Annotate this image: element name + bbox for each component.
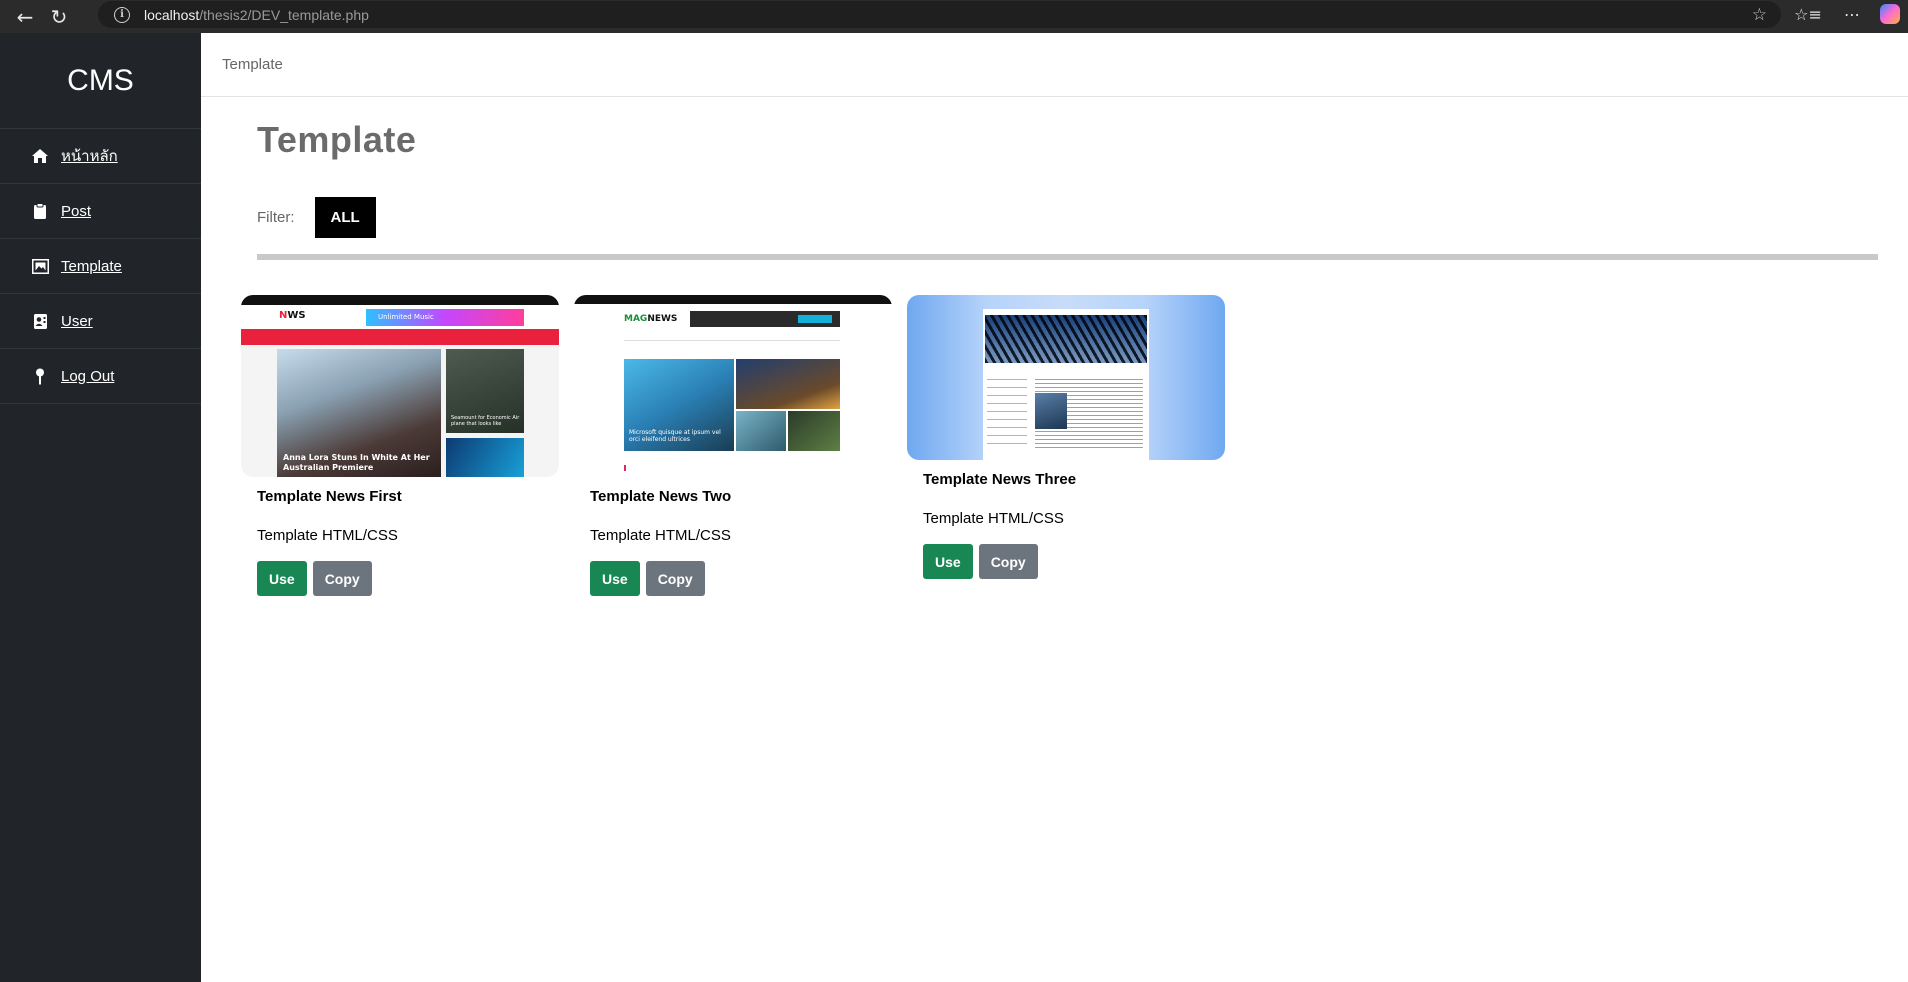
card-title: Template News Three — [923, 471, 1077, 488]
card-description: Template HTML/CSS — [590, 527, 731, 544]
copy-button[interactable]: Copy — [312, 561, 372, 596]
template-thumbnail[interactable]: NWS Unlimited Music Anna Lora Stuns In W… — [241, 295, 559, 477]
use-button[interactable]: Use — [590, 561, 640, 596]
favorites-list-icon[interactable]: ☆≡ — [1786, 5, 1830, 24]
thumb-side-image — [788, 411, 840, 451]
brand-logo[interactable]: CMS — [0, 33, 201, 129]
thumb-side-image — [446, 438, 524, 477]
page-title: Template — [257, 119, 417, 160]
card-description: Template HTML/CSS — [257, 527, 398, 544]
sidebar-item-label: Template — [61, 257, 122, 275]
thumb-hero-image — [985, 315, 1147, 363]
copy-button[interactable]: Copy — [978, 544, 1038, 579]
card-title: Template News First — [257, 488, 402, 505]
filter-bar: Filter: ALL — [257, 197, 376, 238]
sidebar-item-user[interactable]: User — [0, 294, 201, 349]
thumb-side-image — [736, 411, 786, 451]
thumb-ad-banner — [690, 311, 840, 327]
thumb-side-image — [736, 359, 840, 409]
card-description: Template HTML/CSS — [923, 510, 1064, 527]
sidebar-item-label: User — [61, 312, 93, 330]
thumb-side-image: Seamount for Economic Air plane that loo… — [446, 349, 524, 433]
template-card-news-first: NWS Unlimited Music Anna Lora Stuns In W… — [241, 295, 559, 596]
info-icon[interactable]: i — [114, 6, 130, 23]
filter-label: Filter: — [257, 209, 295, 226]
filter-all-button[interactable]: ALL — [314, 197, 376, 238]
thumb-hero-image: Anna Lora Stuns In White At Her Australi… — [277, 349, 441, 477]
card-actions: Use Copy — [590, 561, 892, 596]
home-icon — [31, 147, 49, 165]
template-card-news-two: MAGNEWS Microsoft quisque at ipsum vel o… — [574, 295, 892, 596]
use-button[interactable]: Use — [257, 561, 307, 596]
thumb-ad-banner: Unlimited Music — [366, 309, 524, 326]
clipboard-icon — [31, 202, 49, 220]
top-header: Template — [201, 33, 1908, 97]
main-content: Template Template Filter: ALL NWS Unlimi… — [201, 33, 1908, 982]
pin-icon — [31, 367, 49, 385]
sidebar-item-home[interactable]: หน้าหลัก — [0, 129, 201, 184]
image-frame-icon — [31, 257, 49, 275]
card-actions: Use Copy — [923, 544, 1225, 579]
copilot-icon[interactable] — [1880, 4, 1900, 24]
url-text: localhost/thesis2/DEV_template.php — [144, 6, 369, 23]
filter-divider — [257, 254, 1878, 260]
sidebar-item-template[interactable]: Template — [0, 239, 201, 294]
thumb-hero-image: Microsoft quisque at ipsum vel orci elei… — [624, 359, 734, 451]
address-bar[interactable]: i localhost/thesis2/DEV_template.php ☆ — [98, 1, 1781, 28]
card-title: Template News Two — [590, 488, 732, 505]
sidebar-item-label: Post — [61, 202, 92, 220]
user-card-icon — [31, 312, 49, 330]
thumb-logo: NWS — [279, 310, 306, 321]
template-card-news-three: Template News Three Template HTML/CSS Us… — [907, 295, 1225, 579]
back-arrow-icon[interactable]: ← — [8, 3, 42, 31]
card-actions: Use Copy — [257, 561, 559, 596]
more-options-icon[interactable]: ⋯ — [1830, 5, 1874, 24]
use-button[interactable]: Use — [923, 544, 973, 579]
template-thumbnail[interactable] — [907, 295, 1225, 460]
reload-icon[interactable]: ↻ — [42, 3, 76, 31]
sidebar: CMS หน้าหลัก Post Template User Log Out — [0, 33, 201, 982]
sidebar-item-post[interactable]: Post — [0, 184, 201, 239]
browser-toolbar: ← ↻ i localhost/thesis2/DEV_template.php… — [0, 0, 1908, 33]
sidebar-item-label: Log Out — [61, 367, 115, 385]
favorite-star-icon[interactable]: ☆ — [1752, 5, 1767, 25]
template-thumbnail[interactable]: MAGNEWS Microsoft quisque at ipsum vel o… — [574, 295, 892, 477]
breadcrumb: Template — [222, 56, 283, 73]
sidebar-item-label: หน้าหลัก — [61, 148, 118, 165]
thumb-logo: MAGNEWS — [624, 314, 678, 324]
copy-button[interactable]: Copy — [645, 561, 705, 596]
sidebar-item-logout[interactable]: Log Out — [0, 349, 201, 404]
thumb-side-image — [1035, 393, 1067, 429]
